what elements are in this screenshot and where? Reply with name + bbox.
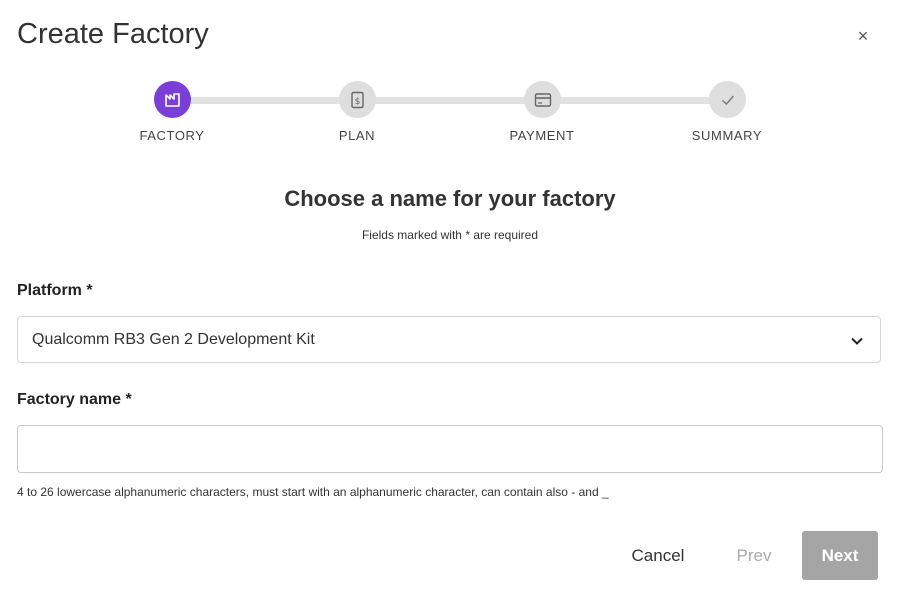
step-payment[interactable]	[524, 81, 561, 118]
step-label-payment: PAYMENT	[509, 128, 575, 143]
factory-icon	[164, 92, 180, 107]
factory-name-input[interactable]	[17, 425, 883, 473]
svg-text:$: $	[354, 97, 360, 107]
dialog-title: Create Factory	[17, 18, 209, 50]
platform-label: Platform *	[17, 282, 93, 299]
cancel-button[interactable]: Cancel	[618, 538, 698, 574]
factory-name-hint: 4 to 26 lowercase alphanumeric character…	[17, 485, 609, 499]
platform-select[interactable]: Qualcomm RB3 Gen 2 Development Kit	[17, 316, 881, 363]
step-factory[interactable]	[154, 81, 191, 118]
dollar-document-icon: $	[350, 91, 364, 108]
factory-name-label: Factory name *	[17, 391, 132, 408]
next-button[interactable]: Next	[802, 531, 878, 580]
step-label-plan: PLAN	[338, 128, 376, 143]
prev-button[interactable]: Prev	[724, 538, 784, 574]
close-icon[interactable]: ×	[851, 24, 875, 48]
step-label-summary: SUMMARY	[691, 128, 763, 143]
credit-card-icon	[534, 92, 551, 107]
step-label-factory: FACTORY	[139, 128, 205, 143]
step-summary[interactable]	[709, 81, 746, 118]
required-note: Fields marked with * are required	[361, 228, 539, 242]
step-plan[interactable]: $	[339, 81, 376, 118]
check-icon	[721, 95, 734, 105]
form-heading: Choose a name for your factory	[284, 186, 616, 211]
chevron-down-icon	[851, 337, 863, 345]
platform-selected-value: Qualcomm RB3 Gen 2 Development Kit	[32, 331, 315, 348]
stepper-track	[172, 97, 728, 104]
